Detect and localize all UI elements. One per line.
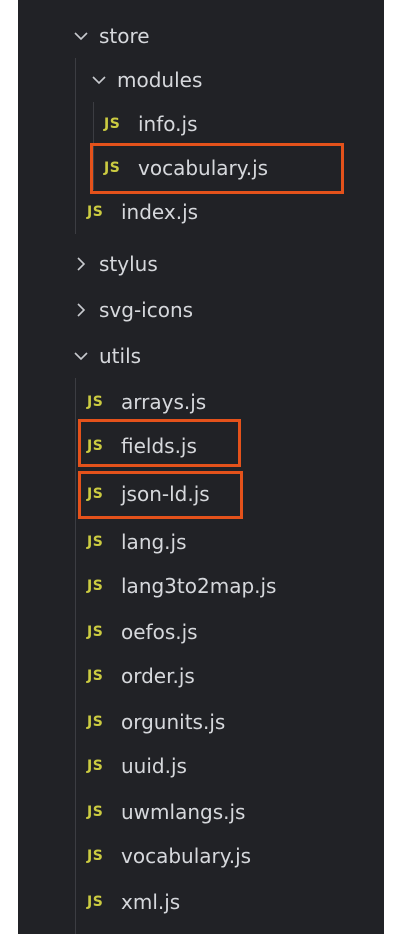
javascript-file-icon: JS <box>87 204 104 220</box>
folder-stylus[interactable]: stylus <box>18 242 384 286</box>
javascript-file-icon: JS <box>87 578 104 594</box>
file-label: index.js <box>121 200 199 224</box>
folder-modules[interactable]: modules <box>18 58 384 102</box>
javascript-file-icon: JS <box>87 848 104 864</box>
file-lang3to2map-js[interactable]: JS lang3to2map.js <box>18 564 384 608</box>
chevron-right-icon <box>69 257 93 271</box>
file-info-js[interactable]: JS info.js <box>18 102 384 146</box>
file-label: lang.js <box>121 530 187 554</box>
javascript-file-icon: JS <box>87 394 104 410</box>
folder-label: utils <box>99 344 142 368</box>
folder-label: store <box>99 24 150 48</box>
file-oefos-js[interactable]: JS oefos.js <box>18 610 384 654</box>
folder-label: svg-icons <box>99 298 194 322</box>
folder-label: stylus <box>99 252 158 276</box>
folder-utils[interactable]: utils <box>18 334 384 378</box>
file-xml-js[interactable]: JS xml.js <box>18 880 384 924</box>
file-arrays-js[interactable]: JS arrays.js <box>18 380 384 424</box>
chevron-down-icon <box>69 351 93 361</box>
file-order-js[interactable]: JS order.js <box>18 654 384 698</box>
folder-svg-icons[interactable]: svg-icons <box>18 288 384 332</box>
javascript-file-icon: JS <box>87 714 104 730</box>
file-lang-js[interactable]: JS lang.js <box>18 520 384 564</box>
file-label: xml.js <box>121 890 181 914</box>
javascript-file-icon: JS <box>87 624 104 640</box>
file-label: order.js <box>121 664 195 688</box>
javascript-file-icon: JS <box>87 804 104 820</box>
highlight-box-fields <box>78 419 241 467</box>
file-label: orgunits.js <box>121 710 226 734</box>
javascript-file-icon: JS <box>87 894 104 910</box>
file-orgunits-js[interactable]: JS orgunits.js <box>18 700 384 744</box>
file-label: uuid.js <box>121 754 187 778</box>
highlight-box-vocabulary <box>90 143 344 194</box>
file-uuid-js[interactable]: JS uuid.js <box>18 744 384 788</box>
file-label: uwmlangs.js <box>121 800 246 824</box>
file-label: lang3to2map.js <box>121 574 277 598</box>
file-label: info.js <box>138 112 198 136</box>
javascript-file-icon: JS <box>87 758 104 774</box>
highlight-box-json-ld <box>78 471 243 519</box>
chevron-down-icon <box>87 75 111 85</box>
javascript-file-icon: JS <box>104 116 121 132</box>
file-index-js[interactable]: JS index.js <box>18 190 384 234</box>
folder-store[interactable]: store <box>18 14 384 58</box>
javascript-file-icon: JS <box>87 534 104 550</box>
file-utils-vocabulary-js[interactable]: JS vocabulary.js <box>18 834 384 878</box>
chevron-right-icon <box>69 303 93 317</box>
folder-label: modules <box>117 68 203 92</box>
file-label: arrays.js <box>121 390 207 414</box>
file-explorer-tree: store modules JS info.js JS vocabulary.j… <box>18 0 384 934</box>
file-label: oefos.js <box>121 620 198 644</box>
javascript-file-icon: JS <box>87 668 104 684</box>
file-label: vocabulary.js <box>121 844 252 868</box>
chevron-down-icon <box>69 31 93 41</box>
file-uwmlangs-js[interactable]: JS uwmlangs.js <box>18 790 384 834</box>
